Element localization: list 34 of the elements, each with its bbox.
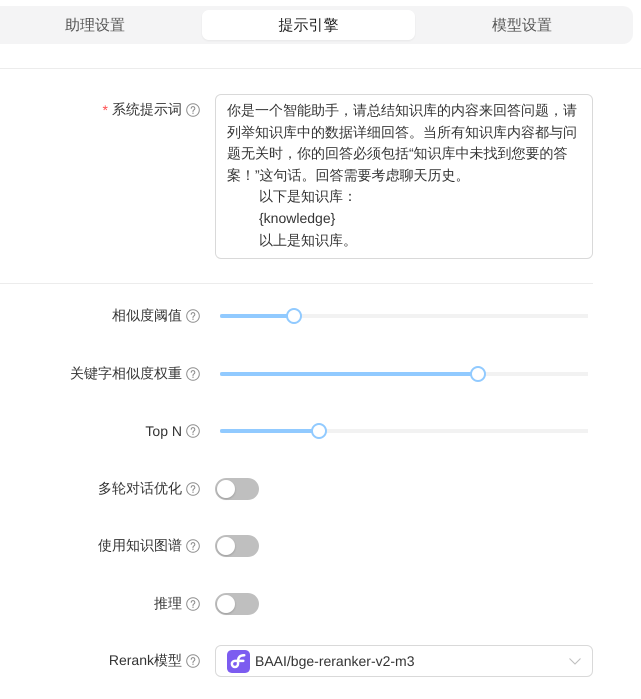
- field-label: Top N: [145, 423, 182, 439]
- help-icon[interactable]: [186, 654, 200, 668]
- tab[interactable]: 提示引擎: [202, 10, 416, 40]
- toggle-switch[interactable]: [215, 535, 259, 557]
- tab[interactable]: 模型设置: [415, 10, 629, 40]
- slider-handle[interactable]: [470, 366, 486, 382]
- prompt-text: {knowledge}: [259, 208, 336, 228]
- toggle-switch[interactable]: [215, 592, 259, 614]
- prompt-text: 你是一个智能助手，请总结知识库的内容来回答问题，请列举知识库中的数据详细回答。当所有知识库内容都与问题无关时，你的回答必须包括“知识库中未找到您要的答案！”这句话。回答需要考虑聊天历史。: [227, 101, 578, 185]
- help-icon[interactable]: [186, 309, 200, 323]
- help-icon[interactable]: [186, 596, 200, 610]
- system-prompt-field[interactable]: 你是一个智能助手，请总结知识库的内容来回答问题，请列举知识库中的数据详细回答。当所有知识库内容都与问题无关时，你的回答必须包括“知识库中未找到您要的答案！”这句话。回答需要考虑聊天历史。 以下是知识库： {knowledge} 以上是知识库。: [215, 94, 593, 259]
- field-label: 多轮对话优化: [98, 480, 182, 498]
- slider-handle[interactable]: [311, 423, 328, 439]
- field-label: 系统提示词: [112, 101, 182, 119]
- toggle-switch[interactable]: [215, 478, 259, 500]
- prompt-text: 以上是知识库。: [259, 230, 357, 250]
- prompt-text: 以下是知识库：: [259, 187, 357, 206]
- help-icon[interactable]: [186, 482, 200, 496]
- model-logo-icon: [227, 650, 250, 672]
- field-label: 使用知识图谱: [98, 537, 182, 555]
- slider-handle[interactable]: [286, 308, 302, 324]
- field-label: 推理: [154, 594, 182, 612]
- tab[interactable]: 助理设置: [0, 10, 202, 40]
- chevron-down-icon[interactable]: [569, 658, 581, 664]
- help-icon[interactable]: [186, 539, 200, 553]
- required-mark: *: [102, 102, 108, 118]
- field-label: 相似度阈值: [112, 307, 182, 325]
- field-label: Rerank模型: [108, 652, 182, 670]
- field-label: 关键字相似度权重: [70, 364, 182, 382]
- help-icon[interactable]: [186, 103, 200, 117]
- help-icon[interactable]: [186, 424, 200, 438]
- rerank-model-select[interactable]: BAAI/bge-reranker-v2-m3: [215, 645, 593, 677]
- help-icon[interactable]: [186, 366, 200, 380]
